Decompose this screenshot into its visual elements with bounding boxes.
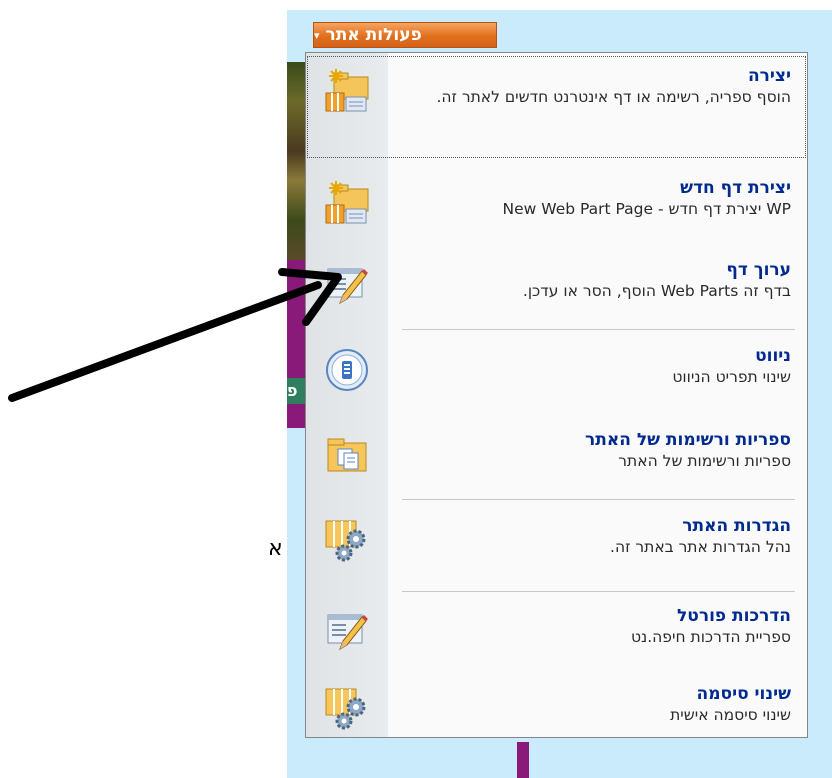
annotation-arrow-icon: [8, 268, 342, 402]
